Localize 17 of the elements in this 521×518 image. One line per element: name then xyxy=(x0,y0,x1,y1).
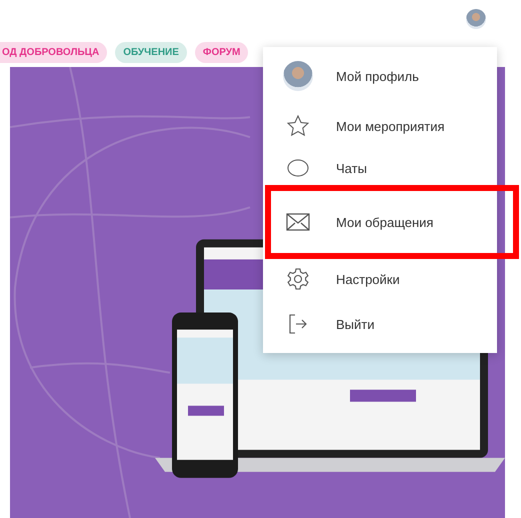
settings-icon xyxy=(286,267,310,291)
star-icon xyxy=(286,114,310,138)
menu-item[interactable]: Выйти xyxy=(263,299,497,349)
menu-item-label: Чаты xyxy=(336,160,367,176)
menu-item[interactable]: Мой профиль xyxy=(263,51,497,101)
profile-avatar xyxy=(283,61,313,91)
envelope-icon xyxy=(286,213,310,231)
menu-item-label: Настройки xyxy=(336,272,400,286)
menu-item-label: Выйти xyxy=(336,316,374,332)
menu-item-label: Мои мероприятия xyxy=(336,118,445,134)
menu-item[interactable]: Мои мероприятия xyxy=(263,101,497,151)
menu-item[interactable]: Мои обращения xyxy=(265,185,519,259)
user-avatar[interactable] xyxy=(466,9,486,29)
menu-item-label: Мой профиль xyxy=(336,68,419,84)
menu-item[interactable]: Настройки xyxy=(263,259,497,299)
menu-item-label: Мои обращения xyxy=(336,214,434,230)
menu-item[interactable]: Чаты xyxy=(263,151,497,185)
